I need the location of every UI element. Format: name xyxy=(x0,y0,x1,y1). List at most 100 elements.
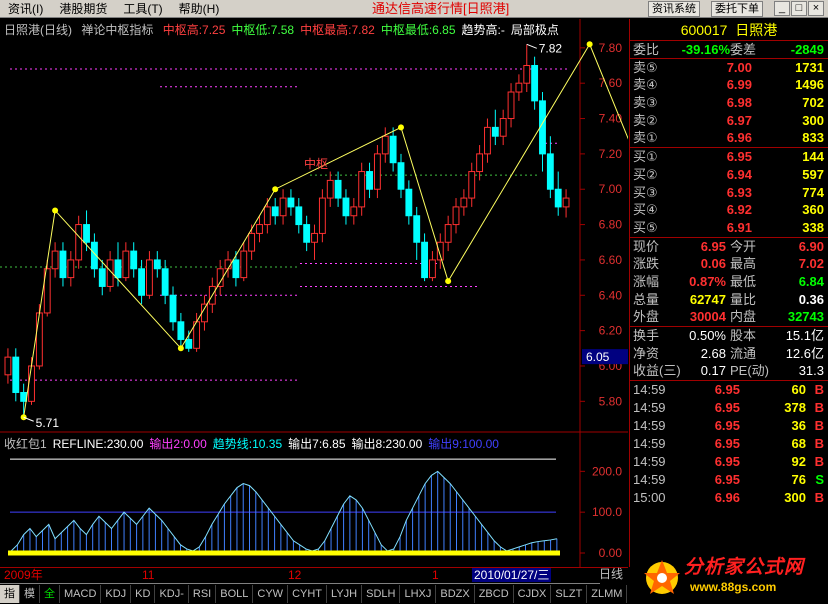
menu-info[interactable]: 资讯(I) xyxy=(0,0,51,18)
candle-body xyxy=(429,259,436,279)
stat-label: 今开 xyxy=(730,238,757,254)
maximize-icon[interactable]: □ xyxy=(791,1,807,16)
weicha-value: -2849 xyxy=(790,42,824,57)
trade-price: 6.95 xyxy=(714,382,740,398)
sell-level-row[interactable]: 卖③ 6.98 702 xyxy=(630,94,828,112)
indicator-tab[interactable]: BDZX xyxy=(436,585,475,603)
candle-body xyxy=(35,312,43,367)
trade-price: 6.95 xyxy=(714,418,740,434)
minimize-icon[interactable]: _ xyxy=(774,1,790,16)
stat-value: 0.06 xyxy=(700,256,726,272)
indicator-tab[interactable]: ZLMM xyxy=(587,585,628,603)
menu-help[interactable]: 帮助(H) xyxy=(171,0,228,18)
candle-body xyxy=(263,206,271,226)
trade-volume: 76 xyxy=(791,472,806,488)
indicator-tab[interactable]: 指标 xyxy=(0,585,20,603)
sub-legend-item: 输出8:230.00 xyxy=(351,437,423,451)
indicator-tab[interactable]: KDJ xyxy=(101,585,132,603)
cursor-price-label: 6.05 xyxy=(586,350,610,364)
stat-value: 0.36 xyxy=(798,291,824,307)
stat-value: 0.87% xyxy=(689,273,726,289)
indicator-tab[interactable]: LYJH xyxy=(327,585,363,603)
quote-panel: 600017 日照港 委比 -39.16% 委差 -2849 卖⑤ 7.00 173… xyxy=(629,19,828,567)
weibi-row: 委比 -39.16% 委差 -2849 xyxy=(630,41,828,59)
sub-background xyxy=(0,433,628,567)
trade-volume: 300 xyxy=(784,490,806,506)
indicator-tab[interactable]: ZBCD xyxy=(475,585,514,603)
buy-level-volume: 144 xyxy=(802,149,824,165)
period-label[interactable]: 日线 xyxy=(594,567,628,582)
sell-level-label: 卖① xyxy=(633,130,658,146)
cursor-date: 2010/01/27/三 xyxy=(472,568,552,582)
indicator-tab[interactable]: CYHT xyxy=(288,585,328,603)
chart-area[interactable]: 7.80 7.60 7.40 7.20 7.00 6.80 6.60 6.40 6.20 6.00… xyxy=(0,19,628,567)
finance-value: 31.3 xyxy=(798,363,824,379)
indicator-tab[interactable]: BOLL xyxy=(216,585,254,603)
stat-row: 外盘 30004 内盘 32743 xyxy=(630,308,828,326)
trade-time: 14:59 xyxy=(633,436,666,452)
tick-trades: 14:59 6.95 60 B 14:59 6.95 378 B 14:59 6.95 36 B 14:… xyxy=(630,381,828,507)
sell-level-volume: 1731 xyxy=(795,59,824,75)
trade-row: 14:59 6.95 92 B xyxy=(630,453,828,471)
finance-stats: 换手 0.50% 股本 15.1亿 净资 2.68 流通 12.6亿 收益(三) 0.17 PE(动… xyxy=(630,327,828,382)
candle-body xyxy=(138,268,145,296)
finance-value: 15.1亿 xyxy=(785,328,824,343)
news-system-button[interactable]: 资讯系统 xyxy=(648,1,700,17)
indicator-tab[interactable]: KD xyxy=(131,585,156,603)
indicator-tab[interactable]: KDJ-TDX xyxy=(155,585,189,603)
finance-label: 净资 xyxy=(633,345,660,361)
trade-direction: B xyxy=(814,418,824,434)
stat-label: 外盘 xyxy=(633,309,660,325)
sell-level-row[interactable]: 卖④ 6.99 1496 xyxy=(630,76,828,94)
buy-level-volume: 774 xyxy=(802,184,824,200)
indicator-tab[interactable]: LHXJ xyxy=(400,585,437,603)
candle-body xyxy=(67,259,75,279)
main-legend-item: 中枢最高:7.82 xyxy=(300,23,375,37)
indicator-tab[interactable]: CJDX xyxy=(514,585,552,603)
main-legend-item: 中枢低:7.58 xyxy=(231,23,295,37)
menu-tools[interactable]: 工具(T) xyxy=(115,0,170,18)
buy-level-row[interactable]: 买③ 6.93 774 xyxy=(630,184,828,202)
sub-legend-item: 输出7:6.85 xyxy=(288,437,346,451)
indicator-tab[interactable]: MACD xyxy=(60,585,102,603)
candle-body xyxy=(405,188,413,217)
stock-title: 600017 日照港 xyxy=(630,19,828,41)
oscillator-chart[interactable]: 200.0 100.0 0.00 xyxy=(0,433,628,567)
sell-level-row[interactable]: 卖① 6.96 833 xyxy=(630,129,828,147)
trade-direction: B xyxy=(814,436,824,452)
buy-level-row[interactable]: 买② 6.94 597 xyxy=(630,166,828,184)
price-chart[interactable]: 7.807.607.407.207.006.806.606.406.206.00… xyxy=(0,19,628,433)
indicator-tab[interactable]: 全部 xyxy=(40,585,60,603)
stat-row: 涨幅 0.87% 最低 6.84 xyxy=(630,273,828,291)
trade-volume: 36 xyxy=(791,418,806,434)
indicator-tab[interactable]: SDLH xyxy=(362,585,401,603)
weibi-value: -39.16% xyxy=(681,42,730,57)
main-legend: 日照港(日线) 禅论中枢指标 中枢高:7.25 中枢低:7.58 中枢最高:7.82… xyxy=(4,21,565,38)
sell-orders: 卖⑤ 7.00 1731 卖④ 6.99 1496 卖③ 6.98 702 卖② 6.97 300 卖①… xyxy=(630,59,828,149)
buy-level-price: 6.92 xyxy=(726,202,752,218)
date-axis: 2009年 11 12 1 2010/01/27/三 xyxy=(0,567,628,582)
zigzag-point xyxy=(52,207,59,214)
candle-body xyxy=(185,338,193,349)
candle-body xyxy=(83,224,90,243)
sub-tick-label: 0.00 xyxy=(599,546,623,560)
entrust-order-button[interactable]: 委托下单 xyxy=(711,1,763,17)
menu-hk-futures[interactable]: 港股期货 xyxy=(51,0,115,18)
buy-level-row[interactable]: 买① 6.95 144 xyxy=(630,148,828,166)
sell-level-row[interactable]: 卖⑤ 7.00 1731 xyxy=(630,59,828,77)
close-icon[interactable]: × xyxy=(808,1,824,16)
finance-label: 流通 xyxy=(730,345,757,361)
sub-legend-item: REFLINE:230.00 xyxy=(52,437,144,451)
sell-level-row[interactable]: 卖② 6.97 300 xyxy=(630,112,828,130)
indicator-tab[interactable]: RSI xyxy=(189,585,217,603)
price-tick-label: 6.40 xyxy=(599,288,623,302)
buy-level-row[interactable]: 买④ 6.92 360 xyxy=(630,201,828,219)
indicator-tab[interactable]: 模板 xyxy=(20,585,40,603)
candle-body xyxy=(75,224,83,261)
candle-body xyxy=(271,206,279,217)
candle-body xyxy=(98,268,106,287)
indicator-tab[interactable]: SLZT xyxy=(551,585,588,603)
buy-level-row[interactable]: 买⑤ 6.91 338 xyxy=(630,219,828,237)
candle-body xyxy=(436,241,444,261)
indicator-tab[interactable]: CYW xyxy=(253,585,289,603)
